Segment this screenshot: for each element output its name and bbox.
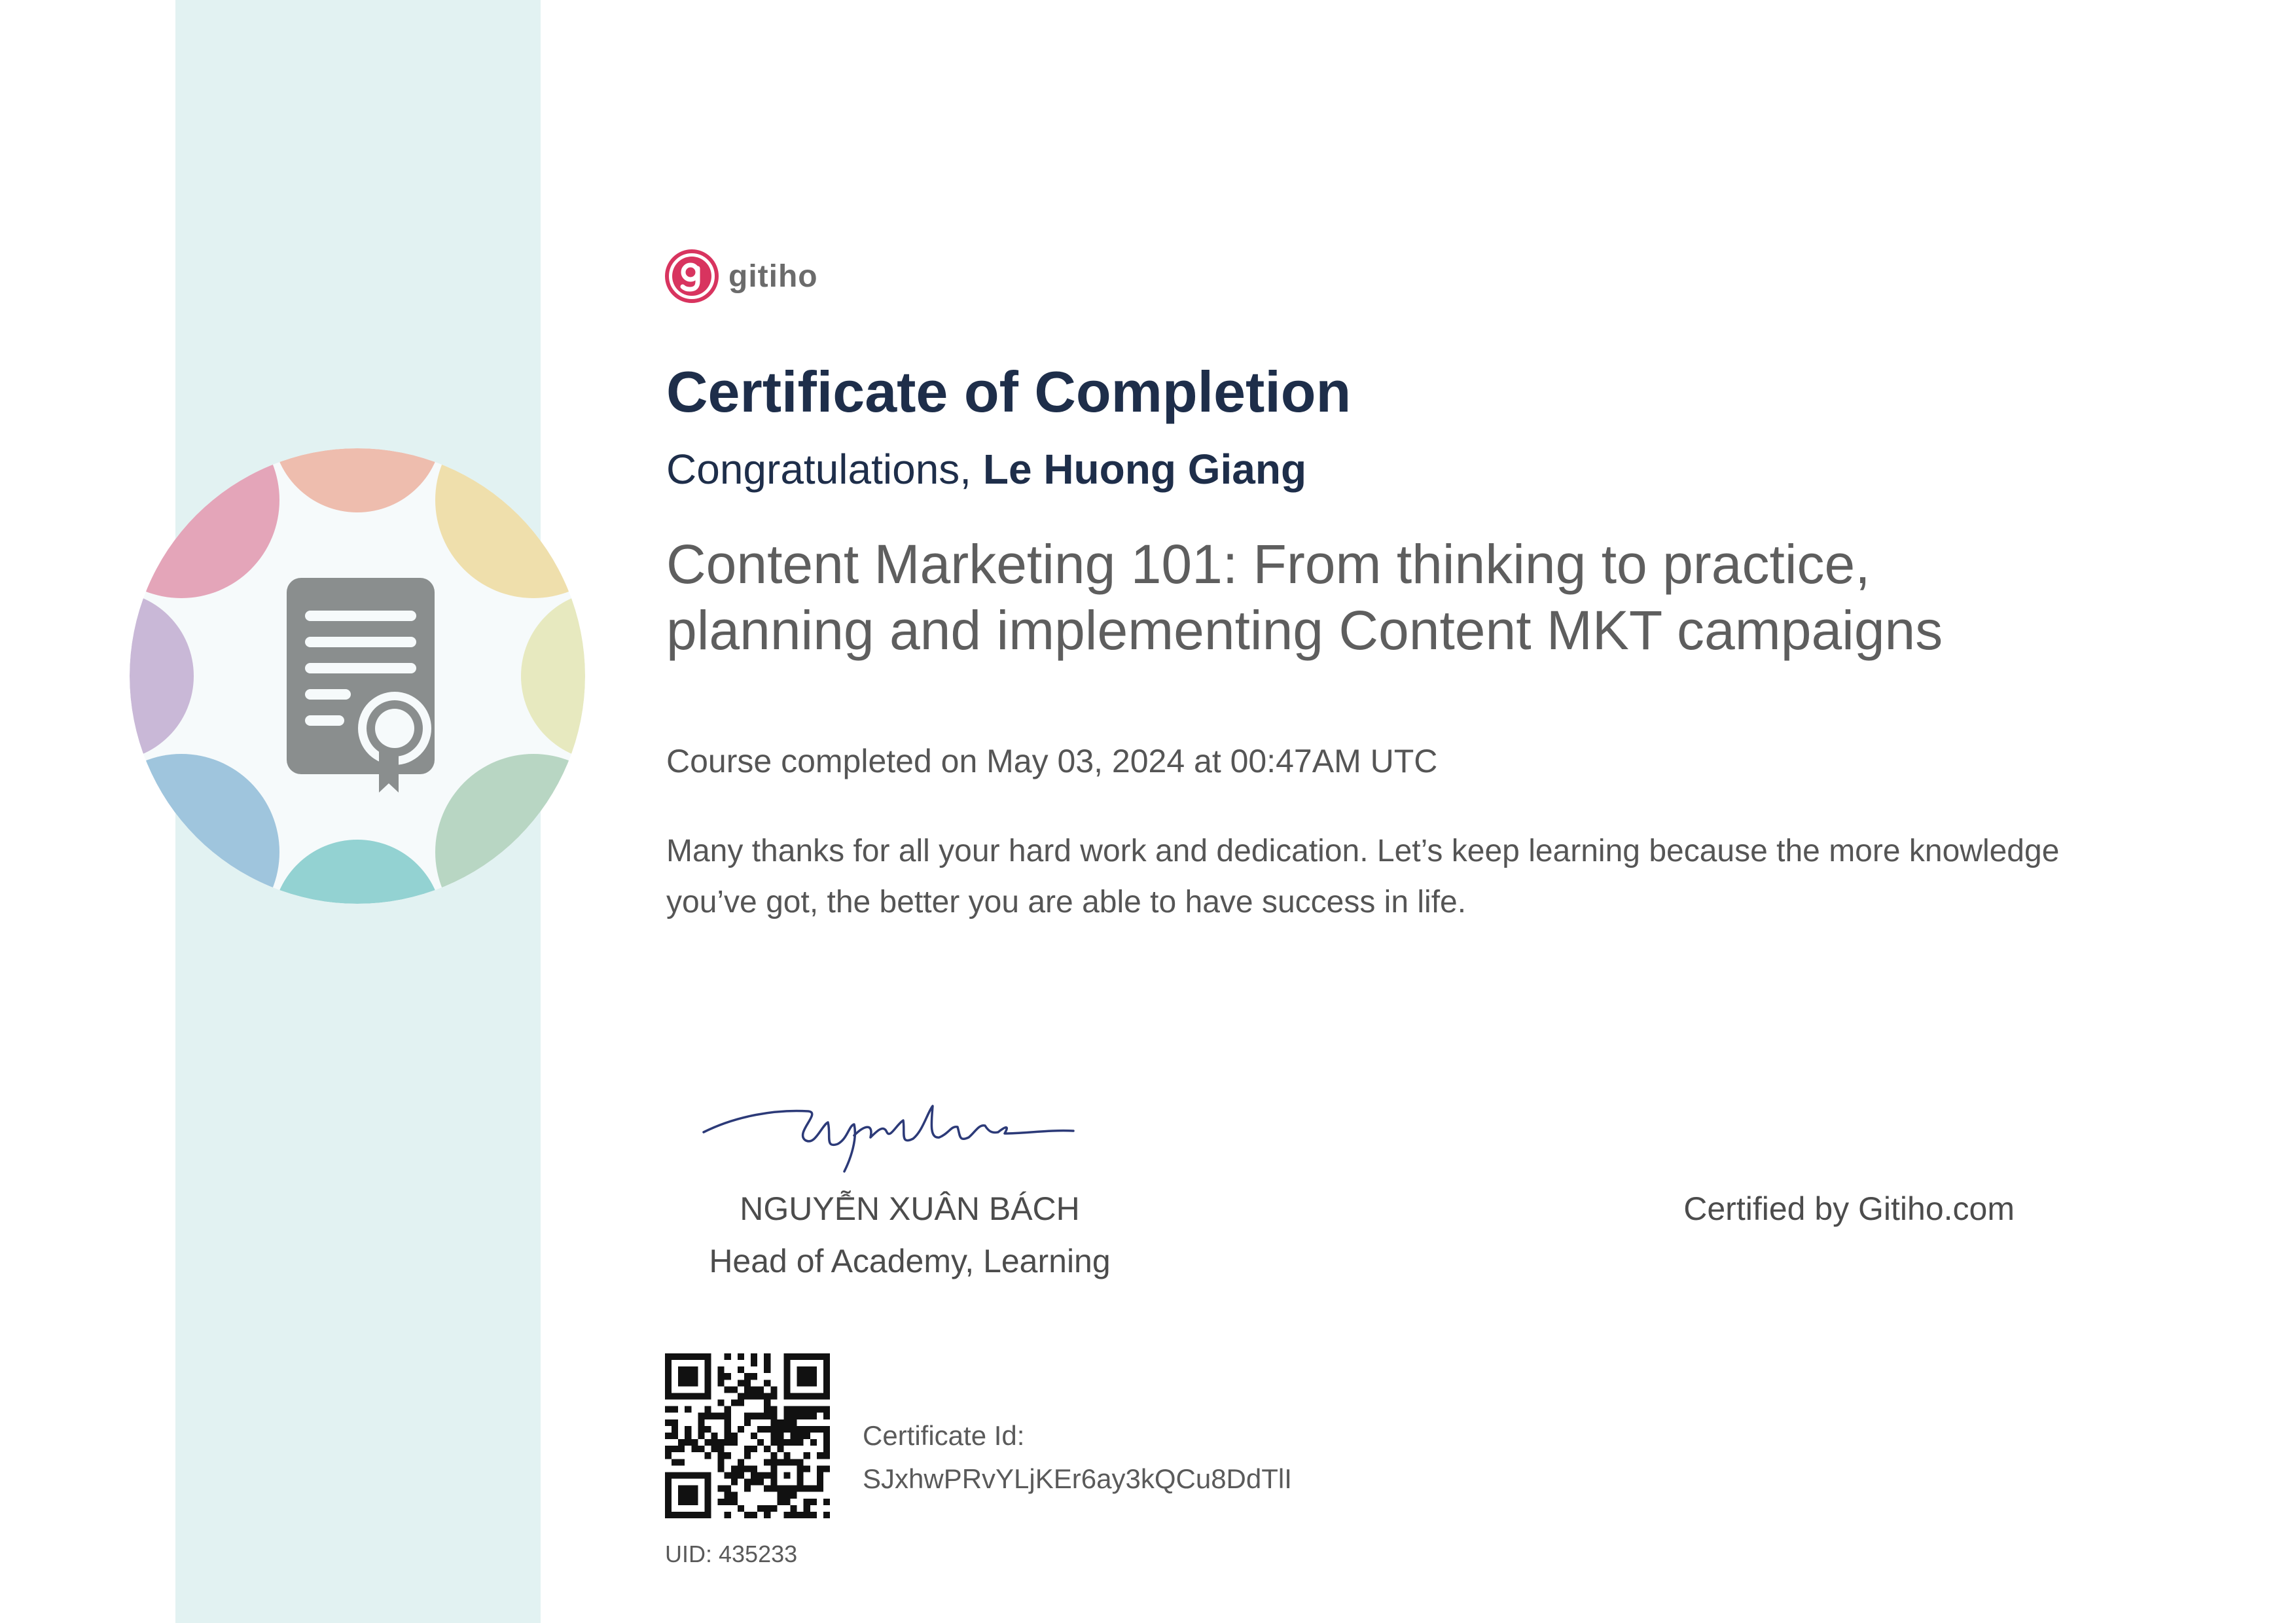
certificate-id-value: SJxhwPRvYLjKEr6ay3kQCu8DdTlI [863, 1463, 1292, 1494]
certificate-title: Certificate of Completion [666, 359, 1352, 424]
congratulations-line: Congratulations, Le Huong Giang [666, 445, 1306, 493]
certificate-emblem [130, 448, 585, 904]
completion-date: Course completed on May 03, 2024 at 00:4… [666, 743, 1438, 779]
gitiho-logo: gitiho [664, 247, 818, 305]
signatory-name: NGUYỄN XUÂN BÁCH [740, 1190, 1080, 1227]
signatory-role: Head of Academy, Learning [709, 1243, 1111, 1279]
thank-you-message: Many thanks for all your hard work and d… [666, 834, 2060, 919]
certificate-document-icon [287, 578, 435, 793]
certified-by: Certified by Gitiho.com [1683, 1190, 2015, 1227]
qr-code [665, 1353, 830, 1518]
uid-label: UID: 435233 [665, 1541, 798, 1567]
congrats-prefix: Congratulations, [666, 446, 983, 493]
certificate-id-label: Certificate Id: [863, 1420, 1025, 1451]
gitiho-g-icon [665, 249, 719, 303]
recipient-name: Le Huong Giang [982, 446, 1307, 493]
signature-image [702, 1105, 1075, 1173]
course-title: Content Marketing 101: From thinking to … [666, 533, 1943, 661]
logo-wordmark: gitiho [728, 259, 818, 294]
